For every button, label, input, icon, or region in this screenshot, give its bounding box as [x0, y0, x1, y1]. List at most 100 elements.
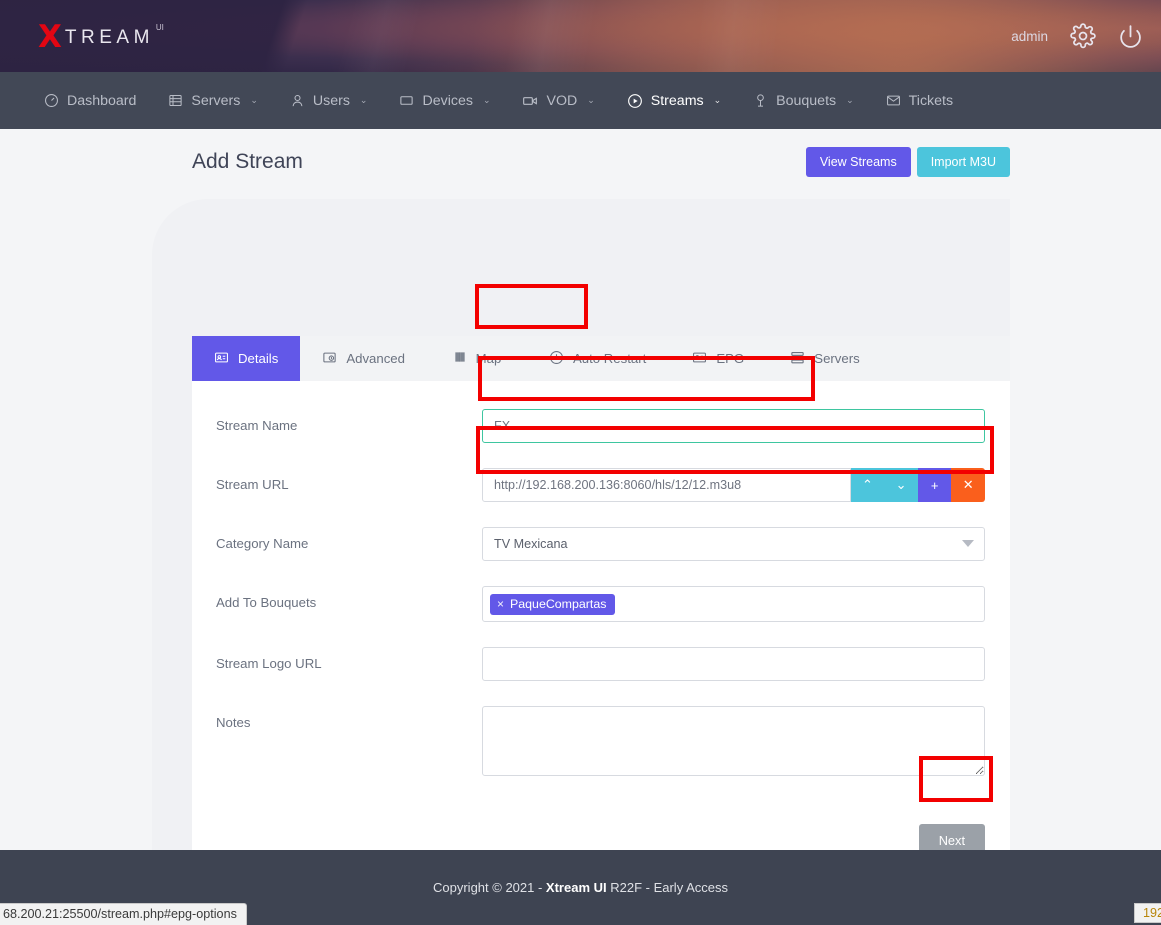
tab-label: Details — [238, 351, 278, 366]
import-m3u-button[interactable]: Import M3U — [917, 147, 1010, 177]
nav-item-users[interactable]: Users ⌄ — [274, 72, 384, 129]
category-name-field — [482, 527, 1010, 561]
corner-overlay-text: 192 — [1134, 903, 1161, 923]
notes-field — [482, 706, 1010, 781]
page-title: Add Stream — [192, 150, 303, 174]
play-circle-icon — [627, 93, 643, 109]
move-url-down-button[interactable]: ⌄ — [884, 468, 918, 502]
nav-label: Tickets — [909, 93, 953, 109]
nav-label: Devices — [422, 93, 472, 109]
page-header-actions: View Streams Import M3U — [806, 147, 1010, 177]
bouquet-tag[interactable]: × PaqueCompartas — [490, 594, 615, 615]
field-row-category-name: Category Name — [192, 527, 1010, 561]
tab-label: Servers — [814, 351, 859, 366]
nav-item-streams[interactable]: Streams ⌄ — [611, 72, 737, 129]
chevron-down-icon: ⌄ — [250, 95, 258, 106]
stream-logo-url-input[interactable] — [482, 647, 985, 681]
field-row-bouquets: Add To Bouquets × PaqueCompartas — [192, 586, 1010, 622]
nav-label: Servers — [191, 93, 240, 109]
video-icon — [522, 93, 538, 109]
copyright-suffix: R22F - Early Access — [607, 880, 728, 895]
nav-item-devices[interactable]: Devices ⌄ — [383, 72, 506, 129]
bouquet-tag-label: PaqueCompartas — [510, 597, 606, 611]
chevron-down-icon: ⌄ — [360, 95, 368, 106]
clock-icon — [549, 350, 564, 368]
nav-label: Dashboard — [67, 93, 136, 109]
device-icon — [399, 93, 414, 108]
remove-url-button[interactable]: ✕ — [951, 468, 985, 502]
nav-label: Bouquets — [776, 93, 836, 109]
servers-stack-icon — [790, 350, 805, 368]
logo-wordmark: TREAM — [65, 27, 154, 49]
main-navigation: Dashboard Servers ⌄ Users ⌄ Devices ⌄ — [0, 72, 1161, 129]
tab-bar: Details Advanced Map — [192, 336, 1010, 381]
field-row-stream-logo-url: Stream Logo URL — [192, 647, 1010, 681]
xtream-logo[interactable]: XTREAMUI — [38, 22, 164, 53]
category-name-select[interactable] — [482, 527, 985, 561]
tab-bar-filler — [882, 336, 1010, 381]
add-stream-form: Stream Name Stream URL ⌃ ⌄ + ✕ — [192, 381, 1010, 857]
stream-name-field — [482, 409, 1010, 443]
nav-item-vod[interactable]: VOD ⌄ — [506, 72, 610, 129]
view-streams-button[interactable]: View Streams — [806, 147, 911, 177]
current-user-label: admin — [1011, 29, 1048, 44]
stream-url-input[interactable] — [482, 468, 851, 502]
gear-icon[interactable] — [1070, 23, 1096, 49]
logo-x-mark: X — [38, 22, 62, 53]
chevron-down-icon: ⌄ — [587, 95, 595, 106]
tab-auto-restart[interactable]: Auto Restart — [527, 336, 668, 381]
nav-label: VOD — [546, 93, 577, 109]
power-icon[interactable] — [1118, 24, 1143, 49]
tab-details[interactable]: Details — [192, 336, 300, 381]
notes-textarea[interactable] — [482, 706, 985, 776]
advanced-icon — [322, 350, 337, 368]
tab-map[interactable]: Map — [427, 336, 527, 381]
nav-item-bouquets[interactable]: Bouquets ⌄ — [737, 72, 870, 129]
nav-label: Users — [313, 93, 350, 109]
tab-servers[interactable]: Servers — [768, 336, 881, 381]
category-name-value[interactable] — [482, 527, 985, 561]
field-row-stream-name: Stream Name — [192, 409, 1010, 443]
brand-name: Xtream UI — [546, 880, 607, 895]
app-header: XTREAMUI admin — [0, 0, 1161, 72]
copyright-prefix: Copyright © 2021 - — [433, 880, 546, 895]
chevron-down-icon: ⌄ — [846, 95, 854, 106]
stream-logo-url-field — [482, 647, 1010, 681]
add-url-button[interactable]: + — [918, 468, 952, 502]
map-icon — [453, 350, 467, 367]
tab-epg[interactable]: EPG — [668, 336, 768, 381]
category-name-label: Category Name — [192, 527, 482, 551]
notes-label: Notes — [192, 706, 482, 730]
mail-icon — [886, 93, 901, 108]
nav-item-dashboard[interactable]: Dashboard — [28, 72, 152, 129]
app-window: XTREAMUI admin Dashboard — [0, 0, 1161, 925]
tab-label: Advanced — [346, 351, 405, 366]
add-stream-panel: Details Advanced Map — [192, 336, 1010, 925]
field-row-notes: Notes — [192, 706, 1010, 781]
bouquets-label: Add To Bouquets — [192, 586, 482, 610]
copyright-text: Copyright © 2021 - Xtream UI R22F - Earl… — [433, 880, 728, 895]
field-row-stream-url: Stream URL ⌃ ⌄ + ✕ — [192, 468, 1010, 502]
header-actions: admin — [1011, 0, 1143, 72]
stream-url-input-group: ⌃ ⌄ + ✕ — [482, 468, 985, 502]
stream-name-label: Stream Name — [192, 409, 482, 433]
bouquets-tag-input[interactable]: × PaqueCompartas — [482, 586, 985, 622]
move-url-up-button[interactable]: ⌃ — [851, 468, 885, 502]
stream-name-input[interactable] — [482, 409, 985, 443]
nav-label: Streams — [651, 93, 704, 109]
page-header: Add Stream View Streams Import M3U — [192, 147, 1010, 177]
servers-icon — [168, 93, 183, 108]
dashboard-icon — [44, 93, 59, 108]
chevron-down-icon: ⌄ — [483, 95, 491, 106]
nav-item-servers[interactable]: Servers ⌄ — [152, 72, 273, 129]
tab-label: Auto Restart — [573, 351, 646, 366]
stream-url-label: Stream URL — [192, 468, 482, 492]
chevron-down-icon: ⌄ — [714, 95, 722, 106]
bouquets-field: × PaqueCompartas — [482, 586, 1010, 622]
tab-label: Map — [476, 351, 502, 366]
remove-tag-icon[interactable]: × — [497, 597, 504, 611]
page-content: Add Stream View Streams Import M3U Detai… — [0, 129, 1161, 850]
bouquet-icon — [753, 93, 768, 108]
nav-item-tickets[interactable]: Tickets — [870, 72, 969, 129]
tab-advanced[interactable]: Advanced — [300, 336, 427, 381]
